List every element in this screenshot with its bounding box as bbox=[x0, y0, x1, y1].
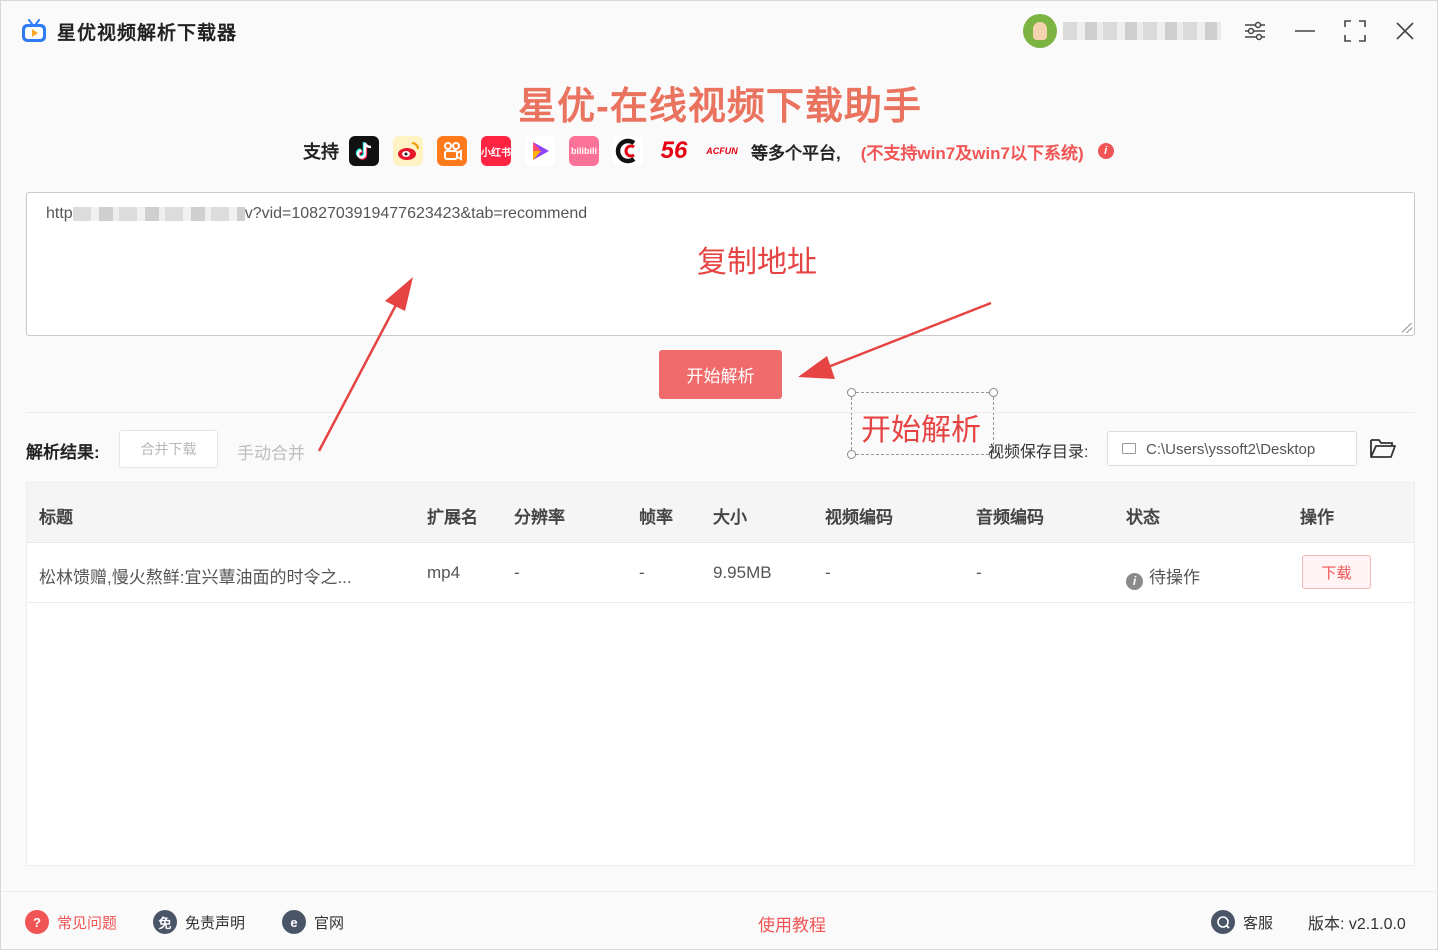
system-warning: (不支持win7及win7以下系统) bbox=[860, 143, 1084, 163]
column-fps: 帧率 bbox=[639, 508, 673, 527]
column-audio-codec: 音频编码 bbox=[976, 508, 1044, 527]
disclaimer-label: 免责声明 bbox=[185, 914, 246, 932]
url-value: http v?vid=1082703919477623423&tab=recomm… bbox=[46, 205, 588, 222]
app-title: 星优视频解析下载器 bbox=[57, 23, 238, 44]
video-play-icon bbox=[525, 136, 555, 166]
manual-merge-link[interactable]: 手动合并 bbox=[237, 439, 305, 464]
divider bbox=[26, 412, 1415, 413]
disclaimer-icon: 免 bbox=[153, 910, 177, 934]
close-icon[interactable] bbox=[1391, 17, 1419, 45]
open-folder-icon[interactable] bbox=[1369, 435, 1397, 461]
56-icon: 56 bbox=[660, 137, 688, 164]
footer-divider bbox=[1, 891, 1438, 892]
resize-handle-icon[interactable] bbox=[1402, 323, 1412, 333]
start-parse-button[interactable]: 开始解析 bbox=[659, 350, 782, 399]
folder-small-icon bbox=[1122, 443, 1136, 454]
merge-download-button[interactable]: 合并下载 bbox=[119, 430, 218, 468]
cell-title: 松林馈赠,慢火熬鲜:宜兴蕈油面的时令之... bbox=[39, 568, 352, 587]
bilibili-icon: bilibili bbox=[569, 136, 599, 166]
column-status: 状态 bbox=[1126, 508, 1160, 527]
save-dir-input[interactable]: C:\Users\yssoft2\Desktop bbox=[1107, 431, 1357, 466]
cell-status: i 待操作 bbox=[1126, 563, 1200, 590]
column-video-codec: 视频编码 bbox=[825, 508, 893, 527]
acfun-icon: ACFUN bbox=[706, 146, 738, 156]
page-title: 星优-在线视频下载助手 bbox=[518, 86, 922, 128]
tutorial-link[interactable]: 使用教程 bbox=[758, 911, 826, 936]
faq-link[interactable]: ? 常见问题 bbox=[25, 909, 117, 935]
cell-video-codec: - bbox=[825, 563, 831, 582]
kuaishou-icon bbox=[437, 136, 467, 166]
minimize-icon[interactable] bbox=[1291, 17, 1319, 45]
cell-fps: - bbox=[639, 563, 645, 582]
column-title: 标题 bbox=[39, 508, 73, 527]
annotation-copy-address: 复制地址 bbox=[697, 246, 817, 279]
website-link[interactable]: e 官网 bbox=[282, 909, 344, 935]
cctv-icon bbox=[613, 136, 643, 166]
support-label: 客服 bbox=[1243, 914, 1274, 932]
username-blurred[interactable] bbox=[1063, 22, 1221, 40]
more-platforms-text: 等多个平台, bbox=[751, 143, 841, 163]
app-logo-icon bbox=[22, 19, 46, 42]
status-info-icon: i bbox=[1126, 573, 1143, 590]
douyin-icon bbox=[349, 136, 379, 166]
xiaohongshu-icon: 小红书 bbox=[481, 136, 511, 166]
column-action: 操作 bbox=[1300, 508, 1334, 527]
version-label: 版本: v2.1.0.0 bbox=[1308, 916, 1406, 933]
column-resolution: 分辨率 bbox=[514, 508, 565, 527]
table-header: 标题 扩展名 分辨率 帧率 大小 视频编码 音频编码 状态 操作 bbox=[27, 483, 1414, 543]
save-dir-label: 视频保存目录: bbox=[988, 444, 1089, 461]
website-label: 官网 bbox=[314, 914, 345, 932]
user-avatar[interactable] bbox=[1023, 14, 1057, 48]
settings-sliders-icon[interactable] bbox=[1241, 17, 1269, 45]
customer-service-link[interactable]: 客服 bbox=[1211, 909, 1273, 935]
table-row: 松林馈赠,慢火熬鲜:宜兴蕈油面的时令之... mp4 - - 9.95MB - … bbox=[27, 543, 1414, 603]
app-window: 星优视频解析下载器 星优-在线视频下载助手 支持 小红书 bilibili 56… bbox=[0, 0, 1438, 950]
cell-size: 9.95MB bbox=[713, 563, 772, 582]
cell-audio-codec: - bbox=[976, 563, 982, 582]
supported-platforms-row: 支持 小红书 bilibili 56 ACFUN 等多个平台, (不支持win7… bbox=[303, 135, 1114, 167]
results-table: 标题 扩展名 分辨率 帧率 大小 视频编码 音频编码 状态 操作 松林馈赠,慢火… bbox=[26, 482, 1415, 866]
column-size: 大小 bbox=[713, 508, 747, 527]
cell-extension: mp4 bbox=[427, 563, 461, 582]
question-icon: ? bbox=[25, 910, 49, 934]
url-blurred-segment bbox=[72, 206, 245, 221]
save-dir-value: C:\Users\yssoft2\Desktop bbox=[1146, 441, 1316, 458]
faq-label: 常见问题 bbox=[57, 914, 118, 932]
column-extension: 扩展名 bbox=[427, 508, 478, 527]
cell-resolution: - bbox=[514, 563, 520, 582]
support-label: 支持 bbox=[303, 142, 339, 162]
weibo-icon bbox=[393, 136, 423, 166]
disclaimer-link[interactable]: 免 免责声明 bbox=[153, 909, 245, 935]
maximize-icon[interactable] bbox=[1341, 17, 1369, 45]
chat-icon bbox=[1211, 910, 1235, 934]
browser-icon: e bbox=[282, 910, 306, 934]
title-bar: 星优视频解析下载器 bbox=[1, 1, 1438, 61]
download-button[interactable]: 下载 bbox=[1302, 555, 1371, 589]
results-label: 解析结果: bbox=[26, 443, 100, 462]
info-icon[interactable]: i bbox=[1097, 143, 1114, 159]
